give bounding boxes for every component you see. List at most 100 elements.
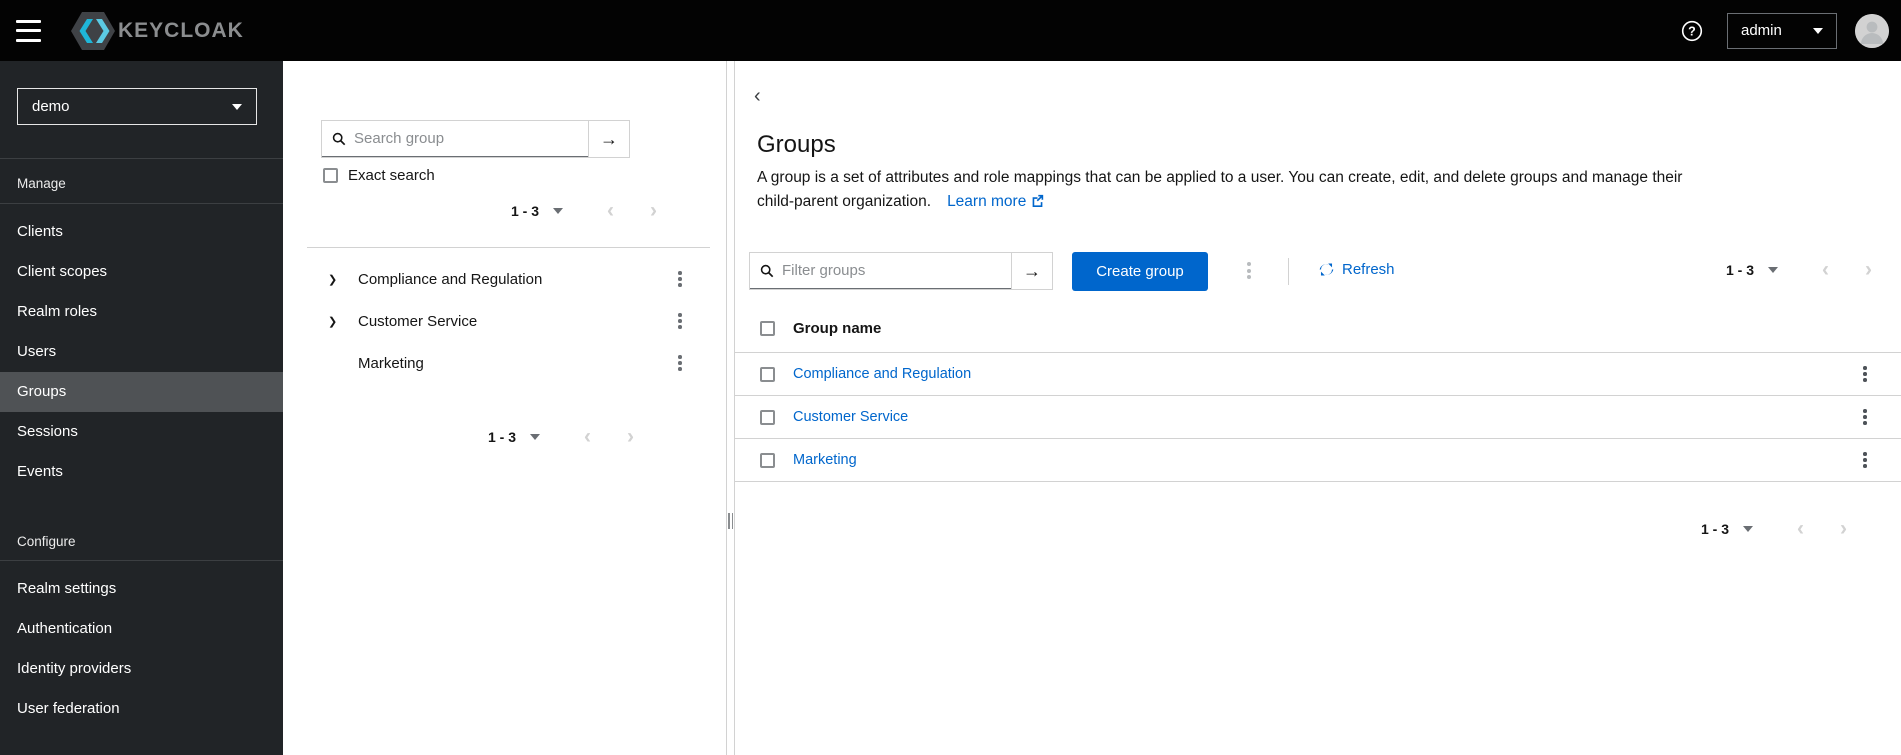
groups-main-panel: ‹ Groups A group is a set of attributes … xyxy=(735,61,1901,755)
next-page-button[interactable]: › xyxy=(627,426,634,447)
sidebar-item-users[interactable]: Users xyxy=(0,332,283,372)
previous-page-button[interactable]: ‹ xyxy=(584,426,591,447)
configure-nav: Realm settings Authentication Identity p… xyxy=(0,569,283,729)
group-search-field xyxy=(322,121,588,157)
user-menu-label: admin xyxy=(1741,22,1782,39)
kebab-menu-icon[interactable] xyxy=(670,352,690,374)
sidebar-item-clients[interactable]: Clients xyxy=(0,212,283,252)
row-checkbox[interactable] xyxy=(760,452,775,468)
realm-selector[interactable]: demo xyxy=(17,88,257,125)
svg-text:?: ? xyxy=(1688,24,1696,38)
page-title: Groups xyxy=(757,131,836,158)
refresh-icon xyxy=(1319,263,1334,276)
row-checkbox[interactable] xyxy=(760,409,775,425)
section-label-manage: Manage xyxy=(17,176,66,191)
sidebar-item-sessions[interactable]: Sessions xyxy=(0,412,283,452)
tree-item-label[interactable]: Marketing xyxy=(358,355,424,372)
panel-splitter[interactable] xyxy=(726,61,735,755)
row-checkbox[interactable] xyxy=(760,366,775,382)
learn-more-link[interactable]: Learn more xyxy=(947,193,1044,210)
expand-chevron-icon[interactable]: ❯ xyxy=(328,315,342,328)
table-pagination-top: 1 - 3 ‹ › xyxy=(1726,259,1872,280)
previous-page-button[interactable]: ‹ xyxy=(1797,518,1804,539)
hamburger-menu-icon[interactable] xyxy=(16,19,41,42)
exact-search-row: Exact search xyxy=(323,167,435,184)
create-group-button[interactable]: Create group xyxy=(1072,252,1208,291)
divider xyxy=(0,203,283,204)
group-search-input[interactable] xyxy=(354,130,578,147)
table-pagination-top-toggle[interactable]: 1 - 3 xyxy=(1726,262,1779,278)
table-pagination-bottom-toggle[interactable]: 1 - 3 xyxy=(1701,521,1754,537)
sidebar-item-client-scopes[interactable]: Client scopes xyxy=(0,252,283,292)
next-page-button[interactable]: › xyxy=(650,200,657,221)
next-page-button[interactable]: › xyxy=(1840,518,1847,539)
section-label-configure: Configure xyxy=(17,534,76,549)
user-menu-dropdown[interactable]: admin xyxy=(1727,12,1837,49)
page-description: A group is a set of attributes and role … xyxy=(757,166,1682,214)
description-line2: child-parent organization. xyxy=(757,193,932,210)
exact-search-checkbox[interactable] xyxy=(323,168,338,183)
divider xyxy=(0,560,283,561)
realm-selector-value: demo xyxy=(32,98,70,115)
arrow-right-icon: → xyxy=(1023,260,1041,281)
previous-page-button[interactable]: ‹ xyxy=(1822,259,1829,280)
brand-text: KEYCLOAK xyxy=(118,18,244,42)
avatar[interactable] xyxy=(1855,13,1889,48)
caret-down-icon xyxy=(553,208,564,219)
column-header-group-name: Group name xyxy=(793,320,882,337)
tree-item-label[interactable]: Customer Service xyxy=(358,313,477,330)
group-link[interactable]: Compliance and Regulation xyxy=(793,366,971,382)
toolbar-kebab-menu-icon[interactable] xyxy=(1239,259,1259,282)
pagination-range: 1 - 3 xyxy=(488,429,517,445)
external-link-icon xyxy=(1032,194,1043,207)
tree-item-marketing: Marketing xyxy=(283,342,726,384)
kebab-menu-icon[interactable] xyxy=(670,310,690,332)
keycloak-hexagon-icon xyxy=(71,11,115,50)
kebab-menu-icon[interactable] xyxy=(670,268,690,290)
filter-groups-input[interactable] xyxy=(782,262,1001,279)
tree-item-label[interactable]: Compliance and Regulation xyxy=(358,271,542,288)
row-kebab-menu-icon[interactable] xyxy=(1855,449,1875,471)
sidebar-item-realm-settings[interactable]: Realm settings xyxy=(0,569,283,609)
group-link[interactable]: Marketing xyxy=(793,452,857,468)
filter-groups-group: → xyxy=(749,252,1053,290)
filter-groups-field xyxy=(750,253,1011,289)
previous-page-button[interactable]: ‹ xyxy=(607,200,614,221)
expand-chevron-icon[interactable]: ❯ xyxy=(328,273,342,286)
caret-down-icon xyxy=(1743,526,1754,537)
sidebar-item-groups[interactable]: Groups xyxy=(0,372,283,412)
tree-pagination-top-toggle[interactable]: 1 - 3 xyxy=(511,203,564,219)
sidebar-item-authentication[interactable]: Authentication xyxy=(0,609,283,649)
group-link[interactable]: Customer Service xyxy=(793,409,908,425)
drag-handle-icon xyxy=(728,513,733,529)
pagination-range: 1 - 3 xyxy=(1701,521,1730,537)
groups-table: Group name Compliance and Regulation Cus… xyxy=(735,305,1901,482)
select-all-checkbox[interactable] xyxy=(760,321,775,336)
collapse-drawer-button[interactable]: ‹ xyxy=(754,85,761,108)
exact-search-label: Exact search xyxy=(348,167,435,184)
caret-down-icon xyxy=(1768,267,1779,278)
refresh-button[interactable]: Refresh xyxy=(1319,261,1395,278)
sidebar-item-user-federation[interactable]: User federation xyxy=(0,689,283,729)
help-icon[interactable]: ? xyxy=(1681,20,1703,42)
caret-down-icon xyxy=(530,434,541,445)
filter-groups-submit-button[interactable]: → xyxy=(1011,253,1052,289)
table-row: Customer Service xyxy=(735,396,1901,439)
table-row: Compliance and Regulation xyxy=(735,353,1901,396)
sidebar-item-events[interactable]: Events xyxy=(0,452,283,492)
caret-down-icon xyxy=(232,103,242,115)
search-icon xyxy=(332,132,346,145)
row-kebab-menu-icon[interactable] xyxy=(1855,363,1875,385)
tree-item-compliance-and-regulation: ❯ Compliance and Regulation xyxy=(283,258,726,300)
sidebar-item-realm-roles[interactable]: Realm roles xyxy=(0,292,283,332)
next-page-button[interactable]: › xyxy=(1865,259,1872,280)
divider xyxy=(0,158,283,159)
group-search-submit-button[interactable]: → xyxy=(588,121,629,157)
group-tree-panel: → Exact search 1 - 3 ‹ › ❯ Compliance an… xyxy=(283,61,726,755)
sidebar-item-identity-providers[interactable]: Identity providers xyxy=(0,649,283,689)
masthead: KEYCLOAK ? admin xyxy=(0,0,1901,61)
tree-pagination-bottom-toggle[interactable]: 1 - 3 xyxy=(488,429,541,445)
search-icon xyxy=(760,264,774,277)
group-tree: ❯ Compliance and Regulation ❯ Customer S… xyxy=(283,258,726,384)
row-kebab-menu-icon[interactable] xyxy=(1855,406,1875,428)
